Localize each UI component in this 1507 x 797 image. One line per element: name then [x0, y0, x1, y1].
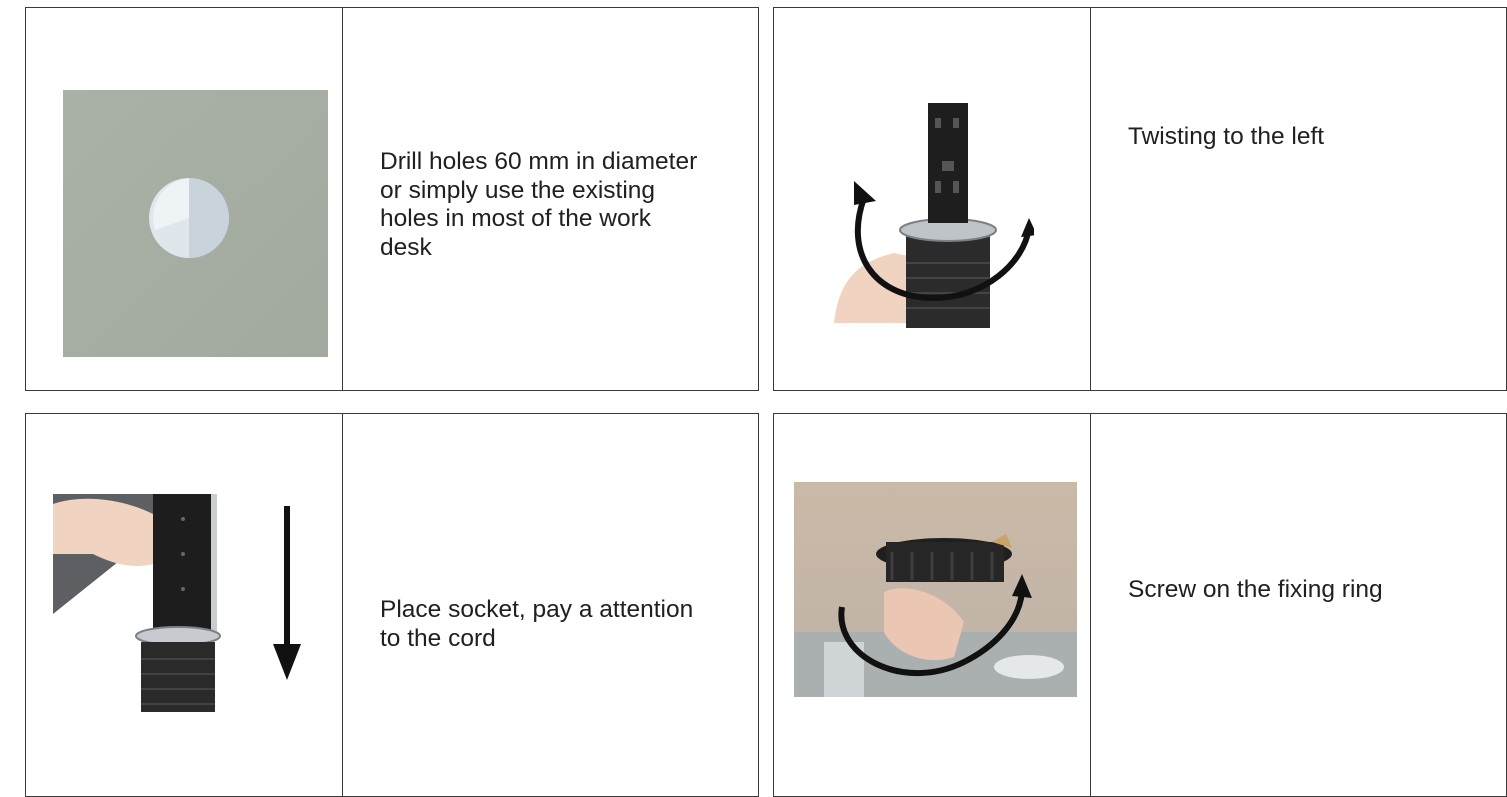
step-text-cell: Screw on the fixing ring [1091, 414, 1506, 796]
fixing-ring-photo [794, 482, 1077, 697]
step-panel-place: Place socket, pay a attention to the cor… [25, 413, 759, 797]
step-image-cell [774, 414, 1091, 796]
step-caption: Twisting to the left [1128, 123, 1325, 150]
step-caption: Place socket, pay a attention to the cor… [380, 596, 694, 652]
step-caption: Drill holes 60 mm in diameter or simply … [380, 148, 698, 261]
step-caption: Screw on the fixing ring [1128, 576, 1383, 603]
desk-hole-photo [63, 90, 328, 357]
step-text-cell: Place socket, pay a attention to the cor… [343, 414, 758, 796]
step-image-cell [26, 8, 343, 390]
twist-socket-photo [834, 103, 1034, 328]
step-text-cell: Twisting to the left [1091, 8, 1506, 390]
place-socket-photo [53, 494, 301, 712]
step-panel-twist: Twisting to the left [773, 7, 1507, 391]
step-image-cell [774, 8, 1091, 390]
step-text-cell: Drill holes 60 mm in diameter or simply … [343, 8, 758, 390]
step-panel-drill: Drill holes 60 mm in diameter or simply … [25, 7, 759, 391]
step-panel-screw: Screw on the fixing ring [773, 413, 1507, 797]
step-image-cell [26, 414, 343, 796]
